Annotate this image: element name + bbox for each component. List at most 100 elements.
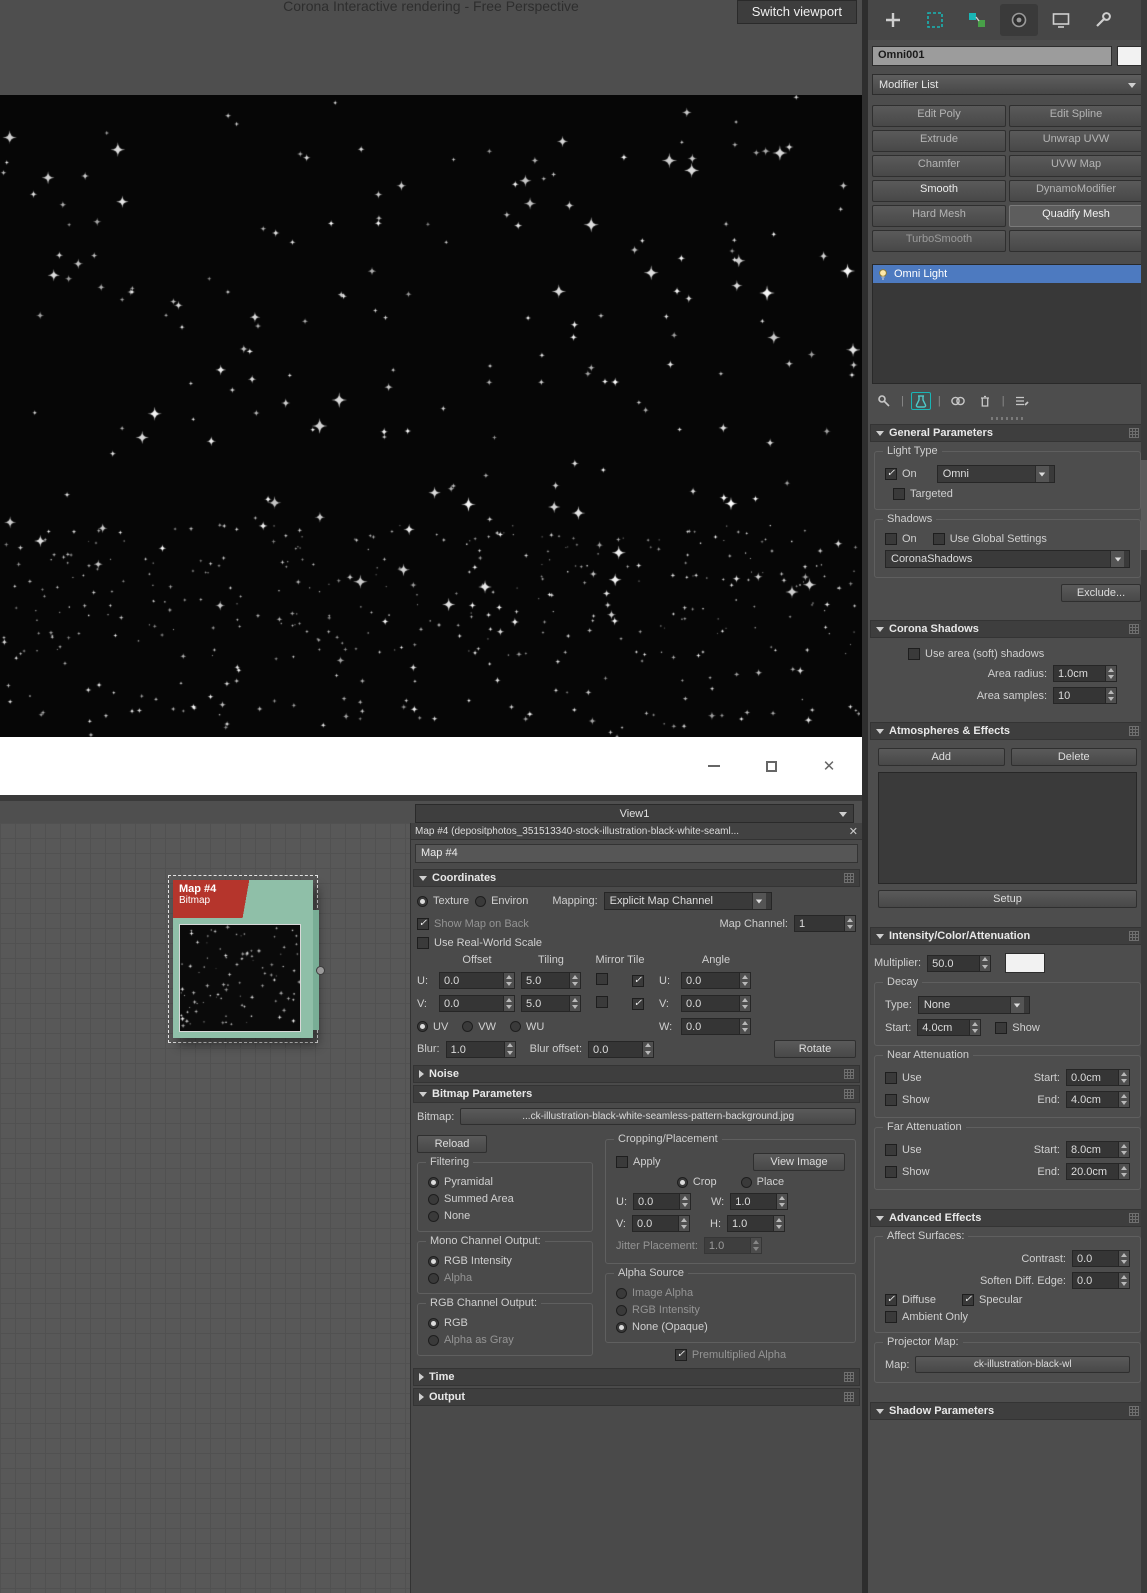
- spinner-arrows[interactable]: [773, 1216, 784, 1231]
- mapping-dropdown[interactable]: Explicit Map Channel: [603, 892, 772, 910]
- checkbox-use-area-shadows[interactable]: Use area (soft) shadows: [908, 648, 1044, 660]
- spinner-arrows[interactable]: [569, 996, 580, 1011]
- checkbox-box[interactable]: [885, 1143, 897, 1156]
- checkbox-near-show[interactable]: Show: [885, 1093, 930, 1106]
- spin-down[interactable]: [1119, 1078, 1129, 1086]
- u-tiling-spinner[interactable]: 5.0: [521, 972, 581, 989]
- pin-stack-icon[interactable]: [874, 392, 894, 410]
- stack-item-omni-light[interactable]: Omni Light: [873, 265, 1142, 283]
- far-end-spinner[interactable]: 20.0cm: [1066, 1163, 1130, 1180]
- maximize-button[interactable]: [758, 755, 784, 777]
- spin-up[interactable]: [970, 1020, 980, 1028]
- area-samples-spinner[interactable]: 10: [1053, 687, 1117, 704]
- spin-up[interactable]: [643, 1042, 653, 1050]
- spinner-value[interactable]: 1.0cm: [1054, 666, 1105, 681]
- checkbox-box[interactable]: [885, 1311, 897, 1323]
- spin-down[interactable]: [680, 1202, 690, 1210]
- spinner-arrows[interactable]: [503, 996, 514, 1011]
- radio-alpha-rgb-intensity[interactable]: RGB Intensity: [616, 1304, 700, 1316]
- tab-modify[interactable]: [916, 4, 954, 36]
- modifier-stack[interactable]: Omni Light: [872, 264, 1143, 384]
- checkbox-diffuse[interactable]: Diffuse: [885, 1294, 936, 1306]
- spin-down[interactable]: [570, 981, 580, 989]
- rollout-noise[interactable]: Noise: [413, 1065, 860, 1083]
- radio-dot[interactable]: [428, 1317, 439, 1329]
- spinner-value[interactable]: 1: [795, 916, 844, 931]
- v-angle-spinner[interactable]: 0.0: [681, 995, 751, 1012]
- spin-down[interactable]: [505, 1049, 515, 1057]
- checkbox-box[interactable]: [632, 975, 644, 987]
- spinner-value[interactable]: 0.0: [1073, 1273, 1118, 1288]
- rollout-time[interactable]: Time: [413, 1368, 860, 1386]
- spinner-arrows[interactable]: [1118, 1273, 1129, 1288]
- node-graph-view[interactable]: Map #4 Bitmap: [0, 823, 410, 1593]
- checkbox-apply[interactable]: Apply: [616, 1156, 661, 1168]
- rollout-atmospheres-effects[interactable]: Atmospheres & Effects: [870, 722, 1145, 740]
- delete-effect-button[interactable]: Delete: [1010, 748, 1137, 766]
- spinner-value[interactable]: 1.0: [728, 1216, 773, 1231]
- setup-button[interactable]: Setup: [878, 890, 1137, 908]
- spin-up[interactable]: [1106, 666, 1116, 674]
- radio-dot[interactable]: [428, 1334, 439, 1346]
- checkbox-box[interactable]: [674, 1349, 687, 1361]
- checkbox-box[interactable]: [932, 533, 945, 545]
- u-tile-checkbox[interactable]: [623, 974, 653, 987]
- spin-up[interactable]: [504, 996, 514, 1004]
- rollout-shadow-parameters[interactable]: Shadow Parameters: [870, 1402, 1145, 1420]
- spinner-value[interactable]: 20.0cm: [1067, 1164, 1118, 1179]
- radio-dot[interactable]: [616, 1304, 627, 1316]
- map-name-field[interactable]: Map #4: [415, 844, 858, 863]
- spinner-value[interactable]: 0.0: [589, 1042, 642, 1057]
- spinner-arrows[interactable]: [569, 973, 580, 988]
- spinner-arrows[interactable]: [1118, 1142, 1129, 1157]
- far-start-spinner[interactable]: 8.0cm: [1066, 1141, 1130, 1158]
- checkbox-box[interactable]: [417, 917, 429, 930]
- spin-down[interactable]: [740, 981, 750, 989]
- u-angle-spinner[interactable]: 0.0: [681, 972, 751, 989]
- checkbox-box[interactable]: [893, 488, 905, 500]
- tab-motion[interactable]: [1000, 4, 1038, 36]
- spinner-value[interactable]: 0.0: [682, 973, 739, 988]
- spin-down[interactable]: [504, 981, 514, 989]
- radio-dot[interactable]: [417, 895, 428, 907]
- spinner-arrows[interactable]: [1105, 688, 1116, 703]
- v-mirror-checkbox[interactable]: [587, 996, 617, 1011]
- spin-up[interactable]: [845, 916, 855, 924]
- checkbox-use-global-settings[interactable]: Use Global Settings: [932, 533, 1047, 545]
- radio-dot[interactable]: [428, 1272, 439, 1284]
- shadow-plugin-dropdown[interactable]: CoronaShadows: [885, 550, 1130, 568]
- spin-up[interactable]: [570, 996, 580, 1004]
- rollout-bitmap-parameters[interactable]: Bitmap Parameters: [413, 1085, 860, 1103]
- render-canvas[interactable]: [0, 95, 860, 737]
- checkbox-box[interactable]: [885, 468, 897, 480]
- map-channel-spinner[interactable]: 1: [794, 915, 856, 932]
- spinner-value[interactable]: 0.0cm: [1067, 1070, 1118, 1085]
- rotate-button[interactable]: Rotate: [774, 1040, 856, 1058]
- checkbox-box[interactable]: [885, 1294, 897, 1306]
- spinner-arrows[interactable]: [969, 1020, 981, 1035]
- checkbox-box[interactable]: [885, 533, 897, 545]
- checkbox-box[interactable]: [885, 1071, 897, 1084]
- spin-up[interactable]: [1119, 1164, 1129, 1172]
- decay-start-spinner[interactable]: 4.0cm: [917, 1019, 982, 1036]
- modifier-button-unwrap-uvw[interactable]: Unwrap UVW: [1009, 130, 1143, 152]
- modifier-list-dropdown[interactable]: Modifier List: [872, 74, 1143, 95]
- checkbox-use-real-world-scale[interactable]: Use Real-World Scale: [417, 937, 542, 949]
- soften-diff-edge-spinner[interactable]: 0.0: [1072, 1272, 1130, 1289]
- projector-map-button[interactable]: ck-illustration-black-wl: [915, 1356, 1130, 1373]
- spin-down[interactable]: [1119, 1150, 1129, 1158]
- minimize-button[interactable]: [701, 755, 727, 777]
- checkbox-box[interactable]: [596, 996, 608, 1008]
- rollout-coordinates[interactable]: Coordinates: [413, 869, 860, 887]
- spinner-value[interactable]: 10: [1054, 688, 1105, 703]
- spinner-arrows[interactable]: [1105, 666, 1116, 681]
- jitter-spinner[interactable]: 1.0: [703, 1237, 762, 1254]
- spin-down[interactable]: [1119, 1100, 1129, 1108]
- dropdown-arrow[interactable]: [1128, 79, 1136, 91]
- spin-up[interactable]: [1119, 1273, 1129, 1281]
- v-tile-checkbox[interactable]: [623, 997, 653, 1010]
- spin-down[interactable]: [1106, 696, 1116, 704]
- rollout-corona-shadows[interactable]: Corona Shadows: [870, 620, 1145, 638]
- spin-down[interactable]: [679, 1224, 689, 1232]
- dropdown-arrow[interactable]: [1034, 466, 1049, 482]
